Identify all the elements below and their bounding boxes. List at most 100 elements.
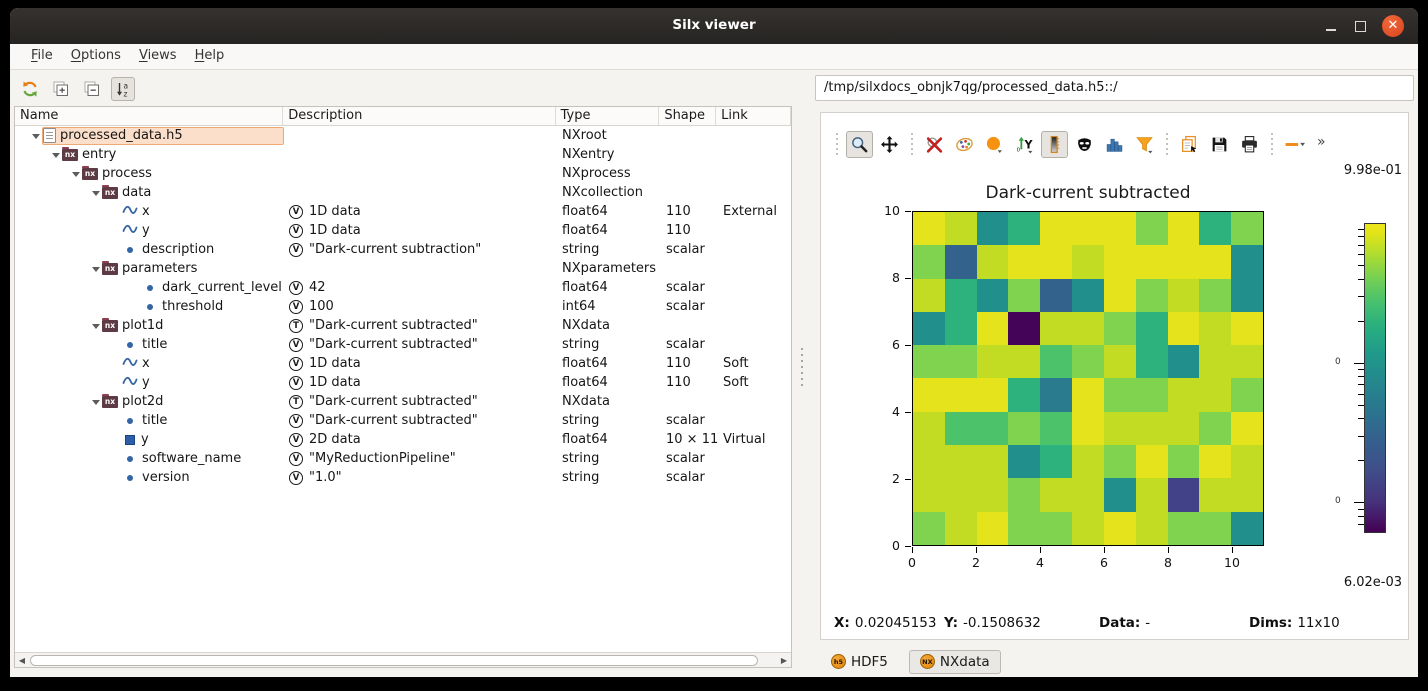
tree-row[interactable]: nxprocessNXprocess <box>15 164 791 183</box>
pan-mode-button[interactable] <box>876 131 903 158</box>
tree-row[interactable]: descriptionV"Dark-current subtraction"st… <box>15 240 791 259</box>
y-tick-label: 2 <box>870 471 900 486</box>
column-header-type[interactable]: Type <box>556 107 660 125</box>
status-label: Data: <box>1099 615 1140 631</box>
horizontal-scrollbar[interactable]: ◀ ▶ <box>15 652 791 667</box>
name-cell: title <box>15 335 284 354</box>
colorbar-tick <box>1358 279 1364 280</box>
zoom-mode-button[interactable] <box>846 131 873 158</box>
hdf5-browser-toolbar: a z <box>18 77 135 101</box>
magnifier-icon <box>850 135 869 154</box>
svg-text:0: 0 <box>1017 147 1020 153</box>
file-path-field[interactable]: /tmp/silxdocs_obnjk7qg/processed_data.h5… <box>815 75 1414 101</box>
scroll-left-arrow[interactable]: ◀ <box>15 654 29 667</box>
refresh-button[interactable] <box>18 77 42 101</box>
tab-nxdata[interactable]: NXNXdata <box>909 650 1001 674</box>
heatmap-cell <box>1104 312 1136 345</box>
colorbar-icon <box>1045 135 1064 154</box>
heatmap-cell <box>1136 378 1168 411</box>
tree-row[interactable]: processed_data.h5NXroot <box>15 126 791 145</box>
column-header-shape[interactable]: Shape <box>659 107 716 125</box>
colormap-button[interactable] <box>951 131 978 158</box>
tree-row[interactable]: dark_current_levelV42float64scalar <box>15 278 791 297</box>
mask-tools-button[interactable] <box>1071 131 1098 158</box>
menu-help[interactable]: Help <box>186 44 234 63</box>
print-button[interactable] <box>1236 131 1263 158</box>
tree-row[interactable]: titleV"Dark-current subtracted"stringsca… <box>15 335 791 354</box>
expanded-caret-icon[interactable] <box>89 186 102 199</box>
tree-row[interactable]: nxparametersNXparameters <box>15 259 791 278</box>
tree-row[interactable]: xV1D datafloat64110External <box>15 202 791 221</box>
tree-row[interactable]: nxdataNXcollection <box>15 183 791 202</box>
column-header-description[interactable]: Description <box>283 107 555 125</box>
filter-button[interactable] <box>1131 131 1158 158</box>
tab-hdf5[interactable]: h5HDF5 <box>820 650 899 674</box>
nx-group-icon: nx <box>102 187 118 199</box>
heatmap-canvas[interactable] <box>912 211 1264 546</box>
toolbar-grip[interactable] <box>1164 133 1170 155</box>
tree-row[interactable]: yV1D datafloat64110 <box>15 221 791 240</box>
tree-row[interactable]: titleV"Dark-current subtracted"stringsca… <box>15 411 791 430</box>
tree-row[interactable]: software_nameV"MyReductionPipeline"strin… <box>15 449 791 468</box>
tree-row[interactable]: versionV"1.0"stringscalar <box>15 468 791 487</box>
close-button[interactable]: ✕ <box>1382 15 1404 37</box>
expanded-caret-icon[interactable] <box>89 319 102 332</box>
minimize-button[interactable] <box>1322 16 1342 36</box>
tree-row[interactable]: xV1D datafloat64110Soft <box>15 354 791 373</box>
toolbar-grip[interactable] <box>834 133 840 155</box>
menu-views[interactable]: Views <box>130 44 186 63</box>
column-header-link[interactable]: Link <box>716 107 791 125</box>
sort-button[interactable]: a z <box>111 77 135 101</box>
tree-column-headers: NameDescriptionTypeShapeLink <box>15 107 791 126</box>
heatmap-cell <box>1199 345 1231 378</box>
expanded-caret-icon[interactable] <box>89 395 102 408</box>
colorbar-toggle-button[interactable] <box>1041 131 1068 158</box>
heatmap-cell <box>913 345 945 378</box>
menu-options[interactable]: Options <box>62 44 130 63</box>
save-button[interactable] <box>1206 131 1233 158</box>
type-cell: string <box>557 337 661 352</box>
panel-splitter-handle[interactable] <box>799 348 805 388</box>
column-header-name[interactable]: Name <box>15 107 283 125</box>
profile-button[interactable] <box>1281 131 1308 158</box>
y-tick-label: 0 <box>870 538 900 553</box>
pixel-intensity-button[interactable] <box>981 131 1008 158</box>
copy-button[interactable] <box>1176 131 1203 158</box>
maximize-button[interactable] <box>1350 16 1370 36</box>
description-text: 100 <box>309 299 334 314</box>
heatmap-cell <box>1104 412 1136 445</box>
node-name: description <box>142 242 214 257</box>
scroll-right-arrow[interactable]: ▶ <box>777 654 791 667</box>
tree-row[interactable]: thresholdV100int64scalar <box>15 297 791 316</box>
expanded-caret-icon[interactable] <box>69 167 82 180</box>
toolbar-grip[interactable] <box>1269 133 1275 155</box>
menu-file[interactable]: File <box>22 44 62 63</box>
image-2d-icon <box>125 435 135 445</box>
tree-row[interactable]: nxentryNXentry <box>15 145 791 164</box>
title-bar[interactable]: Silx viewer ✕ <box>10 8 1418 44</box>
collapse-all-button[interactable] <box>80 77 104 101</box>
expanded-caret-icon[interactable] <box>49 148 62 161</box>
tree-row[interactable]: yV2D datafloat6410 × 11Virtual <box>15 430 791 449</box>
expanded-caret-icon[interactable] <box>89 262 102 275</box>
tree-rows: processed_data.h5NXrootnxentryNXentrynxp… <box>15 126 791 652</box>
zoom-reset-button[interactable] <box>921 131 948 158</box>
colorbar-gradient[interactable] <box>1364 223 1386 533</box>
expanded-caret-icon[interactable] <box>29 129 42 142</box>
heatmap-cell <box>1231 345 1263 378</box>
expand-all-button[interactable] <box>49 77 73 101</box>
tree-row[interactable]: yV1D datafloat64110Soft <box>15 373 791 392</box>
scrollbar-thumb[interactable] <box>30 655 758 666</box>
histogram-button[interactable] <box>1101 131 1128 158</box>
name-cell: dark_current_level <box>15 278 284 297</box>
h5-tab-icon: h5 <box>831 654 846 669</box>
toolbar-grip[interactable] <box>909 133 915 155</box>
tree-row[interactable]: nxplot2dT"Dark-current subtracted"NXdata <box>15 392 791 411</box>
description-cell: V1D data <box>284 204 557 219</box>
value-badge-icon: V <box>289 452 303 466</box>
tree-row[interactable]: nxplot1dT"Dark-current subtracted"NXdata <box>15 316 791 335</box>
heatmap-cell <box>1072 279 1104 312</box>
shape-cell: scalar <box>661 242 718 257</box>
y-axis-orientation-button[interactable]: 0 Y <box>1011 131 1038 158</box>
toolbar-overflow-button[interactable]: » <box>1311 134 1328 154</box>
